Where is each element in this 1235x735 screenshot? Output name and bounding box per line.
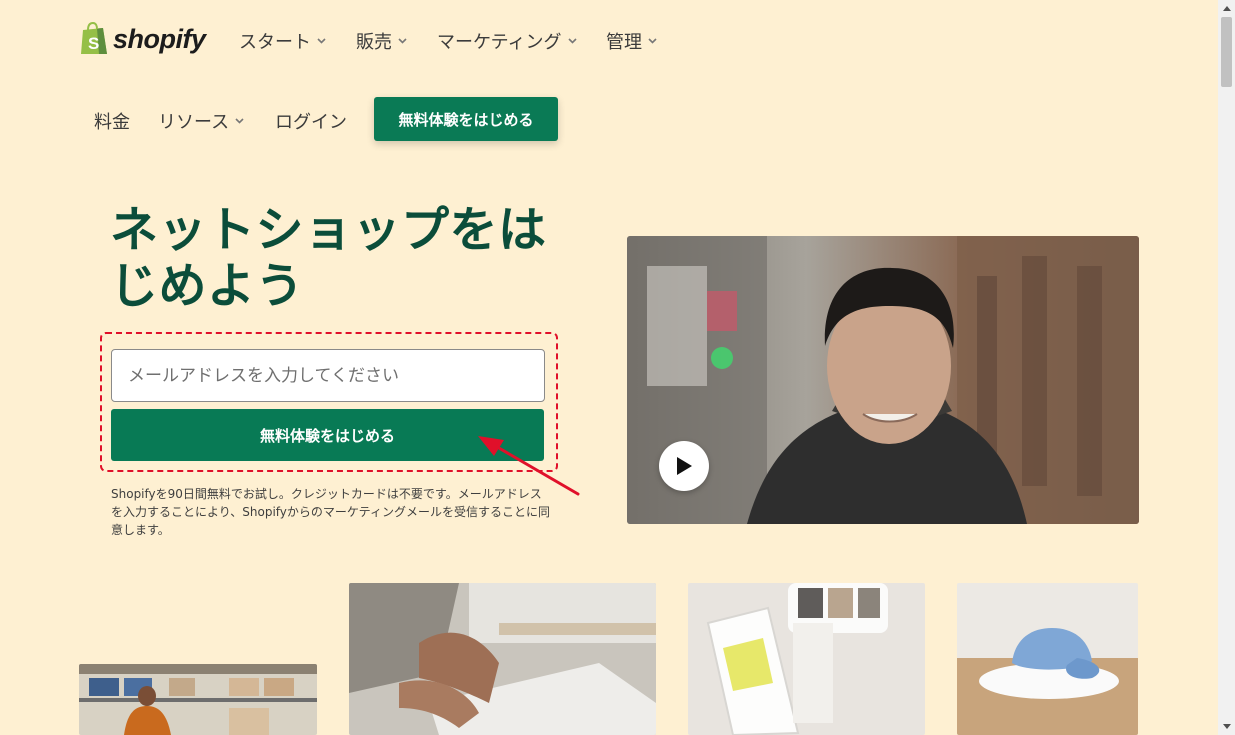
email-input[interactable]: [111, 349, 545, 402]
nav-label: 料金: [94, 112, 130, 133]
chevron-down-icon: [567, 38, 577, 44]
scroll-up-arrow-icon[interactable]: [1218, 0, 1235, 17]
chevron-down-icon: [317, 38, 326, 44]
play-icon: [677, 457, 692, 475]
svg-text:S: S: [88, 34, 99, 53]
nav-label: スタート: [239, 32, 311, 53]
nav-item-start[interactable]: スタート: [239, 28, 326, 54]
vertical-scrollbar[interactable]: [1218, 0, 1235, 735]
annotation-arrow-icon: [478, 436, 580, 496]
nav-item-manage[interactable]: 管理: [606, 28, 657, 54]
chevron-down-icon: [648, 38, 657, 44]
nav-item-pricing[interactable]: 料金: [94, 108, 130, 134]
nav-label: ログイン: [275, 112, 347, 133]
cap-product-photo: [957, 583, 1138, 735]
craftsman-photo: [349, 583, 656, 735]
chevron-down-icon: [235, 118, 244, 124]
brand-name: shopify: [113, 23, 206, 54]
nav-label: マーケティング: [437, 32, 562, 53]
nav-item-login[interactable]: ログイン: [275, 108, 347, 134]
nav-item-sell[interactable]: 販売: [356, 28, 407, 54]
nav-label: 管理: [606, 32, 642, 53]
warehouse-photo: [79, 664, 317, 735]
chevron-down-icon: [398, 38, 407, 44]
nav-label: 販売: [356, 32, 392, 53]
header-free-trial-button[interactable]: 無料体験をはじめる: [374, 97, 558, 141]
hero-video[interactable]: [627, 236, 1139, 524]
scroll-down-arrow-icon[interactable]: [1218, 718, 1235, 735]
shopify-bag-icon: S: [81, 22, 107, 54]
scrollbar-thumb[interactable]: [1221, 17, 1232, 87]
play-button[interactable]: [659, 441, 709, 491]
hero-title: ネットショップをはじめよう: [110, 202, 547, 314]
nav-item-marketing[interactable]: マーケティング: [437, 28, 577, 54]
mobile-store-photo: [688, 583, 925, 735]
nav-label: リソース: [158, 112, 230, 133]
nav-item-resources[interactable]: リソース: [158, 108, 244, 134]
shopify-logo[interactable]: S shopify: [79, 22, 206, 56]
